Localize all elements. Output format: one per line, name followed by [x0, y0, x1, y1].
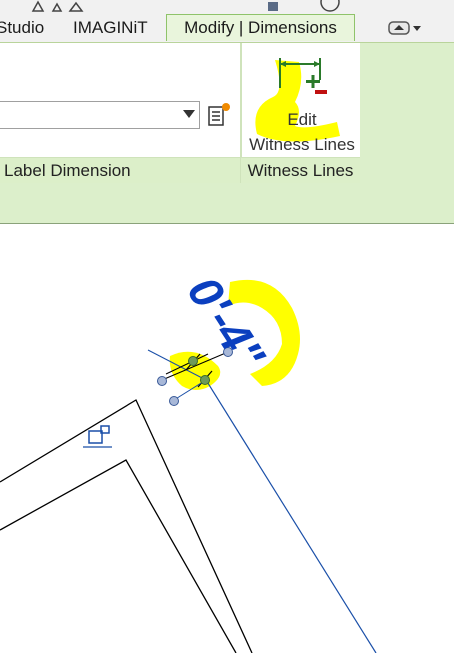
wall-line-inner — [0, 459, 237, 654]
ribbon-empty-area — [360, 43, 454, 183]
label-dimension-dropdown[interactable] — [0, 101, 200, 129]
options-bar — [0, 183, 454, 224]
ribbon-options-icon[interactable] — [388, 21, 422, 35]
drawing-canvas[interactable]: 0'-4" — [0, 224, 454, 654]
witness-lines-panel-title: Witness Lines — [241, 157, 360, 184]
partial-toolbar-icon[interactable] — [68, 1, 84, 12]
edit-witness-lines-label-line1: Edit — [287, 110, 317, 129]
chevron-down-icon[interactable] — [183, 110, 195, 118]
quick-access-toolbar — [0, 0, 454, 12]
partial-toolbar-icon[interactable] — [31, 0, 45, 12]
dimension-grip[interactable] — [169, 396, 179, 406]
dimension-grip[interactable] — [200, 375, 210, 385]
dimension-grip[interactable] — [157, 376, 167, 386]
help-icon[interactable] — [320, 0, 340, 12]
dimension-grip[interactable] — [188, 356, 198, 366]
edit-witness-lines-button[interactable]: Edit Witness Lines — [247, 107, 357, 157]
star-icon[interactable] — [51, 2, 63, 12]
partial-toolbar-icon[interactable] — [268, 2, 278, 11]
edit-witness-lines-label-line2: Witness Lines — [249, 135, 355, 154]
tab-modify-dimensions[interactable]: Modify | Dimensions — [166, 14, 355, 41]
ribbon-tab-bar: Studio IMAGINiT Modify | Dimensions — [0, 12, 454, 43]
tab-imaginit[interactable]: IMAGINiT — [73, 16, 148, 40]
label-dimension-panel-title: Label Dimension — [0, 157, 240, 183]
edit-witness-lines-icon[interactable] — [275, 58, 327, 102]
tab-studio[interactable]: Studio — [0, 16, 44, 40]
properties-icon[interactable] — [206, 101, 232, 129]
witness-line — [205, 379, 377, 654]
